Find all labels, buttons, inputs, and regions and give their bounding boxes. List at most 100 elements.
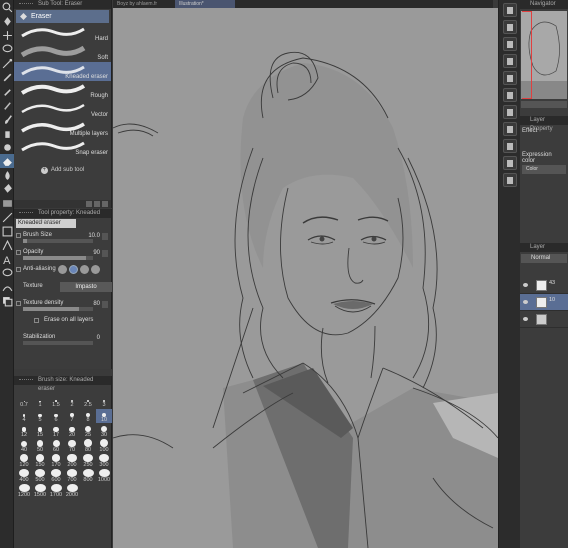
lasso-tool-icon[interactable] bbox=[0, 42, 14, 56]
text-tool-icon[interactable]: A bbox=[0, 252, 14, 266]
brush-size-preset[interactable]: 25 bbox=[80, 424, 96, 438]
auto-actions-icon[interactable] bbox=[502, 71, 517, 85]
brush-size-preset[interactable]: 6 bbox=[48, 409, 64, 423]
aa-none-icon[interactable] bbox=[58, 265, 67, 274]
aa-weak-icon[interactable] bbox=[69, 265, 78, 274]
brush-size-preset[interactable]: 3 bbox=[96, 394, 112, 408]
eyedropper-icon[interactable] bbox=[0, 70, 14, 84]
stabilization-row[interactable]: Stabilization 0 bbox=[14, 331, 111, 347]
brush-size-preset[interactable]: 250 bbox=[80, 454, 96, 468]
layer-property-icon[interactable] bbox=[502, 37, 517, 51]
brush-tool-icon[interactable] bbox=[0, 112, 14, 126]
brush-size-options[interactable] bbox=[102, 233, 108, 240]
hand-tool-icon[interactable] bbox=[0, 14, 14, 28]
brush-size-preset[interactable]: 1000 bbox=[96, 469, 112, 483]
move-tool-icon[interactable] bbox=[0, 28, 14, 42]
brush-size-preset[interactable]: 150 bbox=[32, 454, 48, 468]
brush-size-preset[interactable]: 2 bbox=[64, 394, 80, 408]
brush-size-preset[interactable]: 12 bbox=[16, 424, 32, 438]
brush-size-preset[interactable]: 1.5 bbox=[48, 394, 64, 408]
expression-color-select[interactable]: Color bbox=[522, 165, 566, 174]
blend-mode-select[interactable]: Normal bbox=[521, 254, 567, 263]
layer-item[interactable]: 10 bbox=[520, 294, 568, 311]
brush-size-preset[interactable]: 300 bbox=[96, 454, 112, 468]
color-swatch-icon[interactable] bbox=[0, 294, 14, 308]
brush-size-preset[interactable]: 120 bbox=[16, 454, 32, 468]
brush-size-preset[interactable]: 700 bbox=[64, 469, 80, 483]
aa-strong-icon[interactable] bbox=[91, 265, 100, 274]
navigator-zoom-bar[interactable] bbox=[521, 101, 567, 108]
anti-aliasing-checkbox[interactable] bbox=[16, 267, 21, 272]
brush-size-preset[interactable]: 80 bbox=[80, 439, 96, 453]
balloon-tool-icon[interactable] bbox=[0, 266, 14, 280]
tab-illustration[interactable]: Illustration* bbox=[175, 0, 235, 8]
stabilization-slider[interactable] bbox=[23, 341, 93, 345]
add-sub-tool-button[interactable]: + Add sub tool bbox=[14, 167, 111, 174]
navigator-viewport-frame[interactable] bbox=[522, 11, 532, 99]
magic-wand-icon[interactable] bbox=[0, 56, 14, 70]
brush-size-preset[interactable]: 70 bbox=[64, 439, 80, 453]
animation-cel-icon[interactable] bbox=[502, 139, 517, 153]
opacity-options[interactable] bbox=[102, 250, 108, 257]
eraser-group-tab[interactable]: Eraser bbox=[16, 10, 109, 23]
brush-size-preset[interactable]: 40 bbox=[16, 439, 32, 453]
brush-size-preset[interactable]: 60 bbox=[48, 439, 64, 453]
brush-size-preset[interactable]: 30 bbox=[96, 424, 112, 438]
brush-size-preset[interactable]: 800 bbox=[80, 469, 96, 483]
texture-density-checkbox[interactable] bbox=[16, 301, 21, 306]
material-icon[interactable] bbox=[502, 20, 517, 34]
eye-icon[interactable] bbox=[523, 300, 528, 304]
subtool-snap-eraser[interactable]: Snap eraser bbox=[14, 138, 111, 157]
erase-all-layers-row[interactable]: Erase on all layers bbox=[14, 314, 111, 330]
brush-size-preset[interactable]: 15 bbox=[32, 424, 48, 438]
ruler-tool-icon[interactable] bbox=[0, 238, 14, 252]
correct-line-icon[interactable] bbox=[0, 280, 14, 294]
subtool-rough[interactable]: Rough bbox=[14, 81, 111, 100]
item-bank-icon[interactable] bbox=[502, 105, 517, 119]
subtool-kneaded-eraser[interactable]: Kneaded eraser bbox=[14, 62, 111, 81]
blend-tool-icon[interactable] bbox=[0, 168, 14, 182]
gradient-tool-icon[interactable] bbox=[0, 196, 14, 210]
brush-size-preset[interactable]: 100 bbox=[96, 439, 112, 453]
brush-size-preset[interactable]: 5 bbox=[32, 409, 48, 423]
subtool-multiple-layers[interactable]: Multiple layers bbox=[14, 119, 111, 138]
brush-size-preset[interactable]: 4 bbox=[16, 409, 32, 423]
fill-tool-icon[interactable] bbox=[0, 182, 14, 196]
subtool-soft[interactable]: Soft bbox=[14, 43, 111, 62]
figure-tool-icon[interactable] bbox=[0, 210, 14, 224]
brush-size-preset[interactable]: 1 bbox=[32, 394, 48, 408]
drawing-canvas[interactable] bbox=[113, 8, 498, 548]
subtool-hard[interactable]: Hard bbox=[14, 24, 111, 43]
navigator-preview[interactable] bbox=[521, 11, 567, 99]
brush-size-preset[interactable]: 400 bbox=[16, 469, 32, 483]
brush-size-preset[interactable]: 7 bbox=[64, 409, 80, 423]
sub-view-icon[interactable] bbox=[502, 88, 517, 102]
opacity-slider[interactable] bbox=[23, 256, 93, 260]
brush-size-preset[interactable]: 500 bbox=[32, 469, 48, 483]
opacity-row[interactable]: Opacity 90 bbox=[14, 246, 111, 262]
subtool-vector[interactable]: Vector bbox=[14, 100, 111, 119]
brush-size-preset[interactable]: 50 bbox=[32, 439, 48, 453]
texture-density-row[interactable]: Texture density 80 bbox=[14, 297, 111, 313]
settings-icon[interactable] bbox=[102, 201, 108, 207]
texture-density-options[interactable] bbox=[102, 301, 108, 308]
brush-size-preset[interactable]: 170 bbox=[48, 454, 64, 468]
pen-tool-icon[interactable] bbox=[0, 84, 14, 98]
brush-size-preset[interactable]: 200 bbox=[64, 454, 80, 468]
frame-border-icon[interactable] bbox=[0, 224, 14, 238]
layer-item[interactable] bbox=[520, 311, 568, 328]
brush-size-preset[interactable]: 1500 bbox=[32, 484, 48, 498]
info-icon[interactable] bbox=[502, 173, 517, 187]
duplicate-icon[interactable] bbox=[86, 201, 92, 207]
eye-icon[interactable] bbox=[523, 283, 528, 287]
texture-density-slider[interactable] bbox=[23, 307, 93, 311]
brush-size-preset[interactable]: 0.7 bbox=[16, 394, 32, 408]
timeline-icon[interactable] bbox=[502, 122, 517, 136]
tab-boyz[interactable]: Boyz by ahlaem.fr bbox=[113, 0, 173, 8]
pencil-tool-icon[interactable] bbox=[0, 98, 14, 112]
opacity-checkbox[interactable] bbox=[16, 250, 21, 255]
brush-size-preset[interactable]: 20 bbox=[64, 424, 80, 438]
camera-icon[interactable] bbox=[502, 156, 517, 170]
search-icon[interactable] bbox=[502, 3, 517, 17]
erase-all-layers-checkbox[interactable] bbox=[34, 318, 39, 323]
